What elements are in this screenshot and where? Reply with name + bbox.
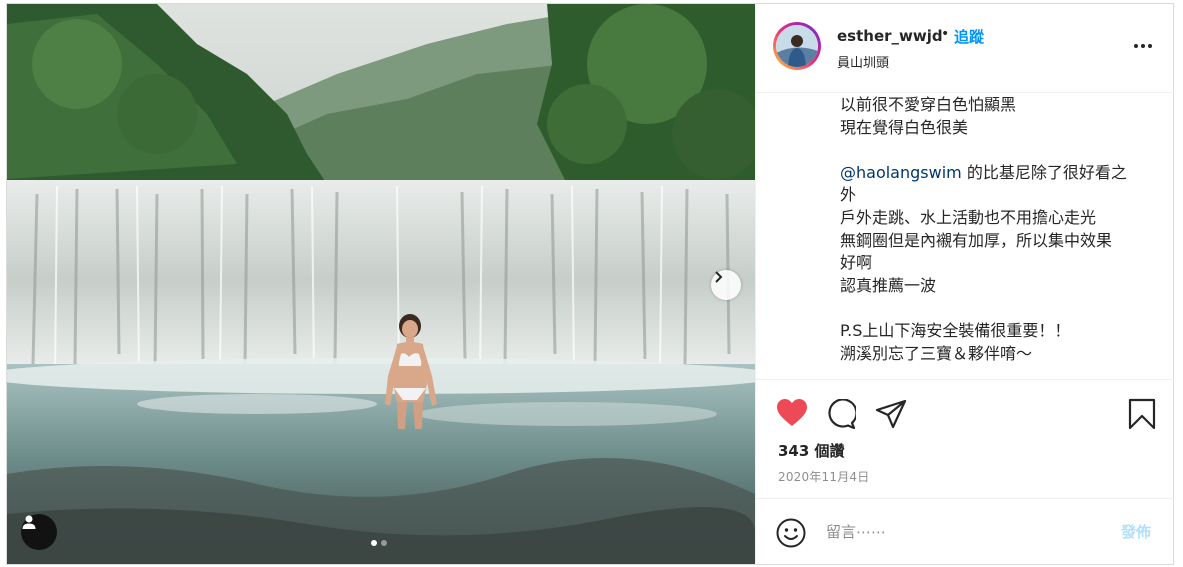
post-actions: 343 個讚 2020年11月4日 (756, 379, 1174, 500)
caption-line: 無鋼圈但是內襯有加厚，所以集中效果 (840, 230, 1113, 250)
username-link[interactable]: esther_wwjd (837, 27, 943, 45)
post-card: esther_wwjd • 追蹤 員山圳頭 以前很不愛穿白色怕顯黑 現在覺得白色… (6, 3, 1174, 565)
share-button[interactable] (875, 399, 907, 433)
caption-line: 認真推薦一波 (840, 275, 937, 295)
separator-dot: • (941, 26, 950, 42)
carousel-dot-active (371, 540, 377, 546)
more-dot (1141, 44, 1145, 48)
caption-text: 的比基尼除了很好看之 (961, 162, 1127, 182)
post-header: esther_wwjd • 追蹤 員山圳頭 (756, 4, 1174, 93)
post-photo[interactable] (7, 4, 755, 564)
caption-line: @haolangswim 的比基尼除了很好看之 (840, 162, 1150, 185)
smiley-icon (776, 518, 806, 548)
caption-line: 戶外走跳、水上活動也不用擔心走光 (840, 207, 1097, 227)
post-side-panel: esther_wwjd • 追蹤 員山圳頭 以前很不愛穿白色怕顯黑 現在覺得白色… (755, 4, 1174, 564)
emoji-button[interactable] (776, 518, 806, 548)
caption-line: 好啊 (840, 253, 873, 273)
caption-line (840, 139, 1150, 162)
waterfall-photo (7, 4, 755, 564)
comment-button[interactable] (826, 398, 858, 433)
user-icon (22, 515, 36, 529)
tagged-users-button[interactable] (21, 514, 57, 550)
caption-line: 以前很不愛穿白色怕顯黑 (840, 95, 1017, 114)
avatar-image (776, 25, 818, 67)
comment-input[interactable] (826, 519, 1096, 545)
like-button[interactable] (776, 398, 808, 432)
bookmark-icon (1128, 398, 1156, 430)
post-date[interactable]: 2020年11月4日 (778, 468, 869, 485)
more-horizontal-icon (1134, 44, 1138, 48)
caption-line: 現在覺得白色很美 (840, 117, 969, 137)
post-comment-button[interactable]: 發佈 (1121, 521, 1151, 542)
likes-count[interactable]: 343 個讚 (778, 440, 845, 461)
comment-bar: 發佈 (756, 498, 1174, 565)
heart-filled-icon (777, 399, 807, 426)
caption-line: 外 (840, 185, 857, 205)
carousel-dot (381, 540, 387, 546)
caption-line: P.S上山下海安全裝備很重要！！ (840, 320, 1071, 340)
follow-button[interactable]: 追蹤 (954, 26, 984, 47)
caption-line: 溯溪別忘了三寶＆夥伴唷～ (840, 343, 1033, 363)
location-link[interactable]: 員山圳頭 (837, 52, 889, 71)
avatar[interactable] (773, 22, 821, 70)
carousel-indicator (371, 540, 387, 546)
mention-link[interactable]: @haolangswim (840, 163, 962, 182)
paper-plane-icon (875, 399, 907, 429)
next-photo-button[interactable] (711, 270, 741, 300)
more-dot (1148, 44, 1152, 48)
comment-icon (828, 398, 858, 430)
caption-line (840, 297, 1150, 320)
chevron-right-icon (715, 271, 723, 283)
post-caption: 以前很不愛穿白色怕顯黑 現在覺得白色很美 @haolangswim 的比基尼除了… (840, 94, 1150, 376)
more-options-button[interactable] (1134, 39, 1158, 53)
save-button[interactable] (1128, 398, 1156, 434)
